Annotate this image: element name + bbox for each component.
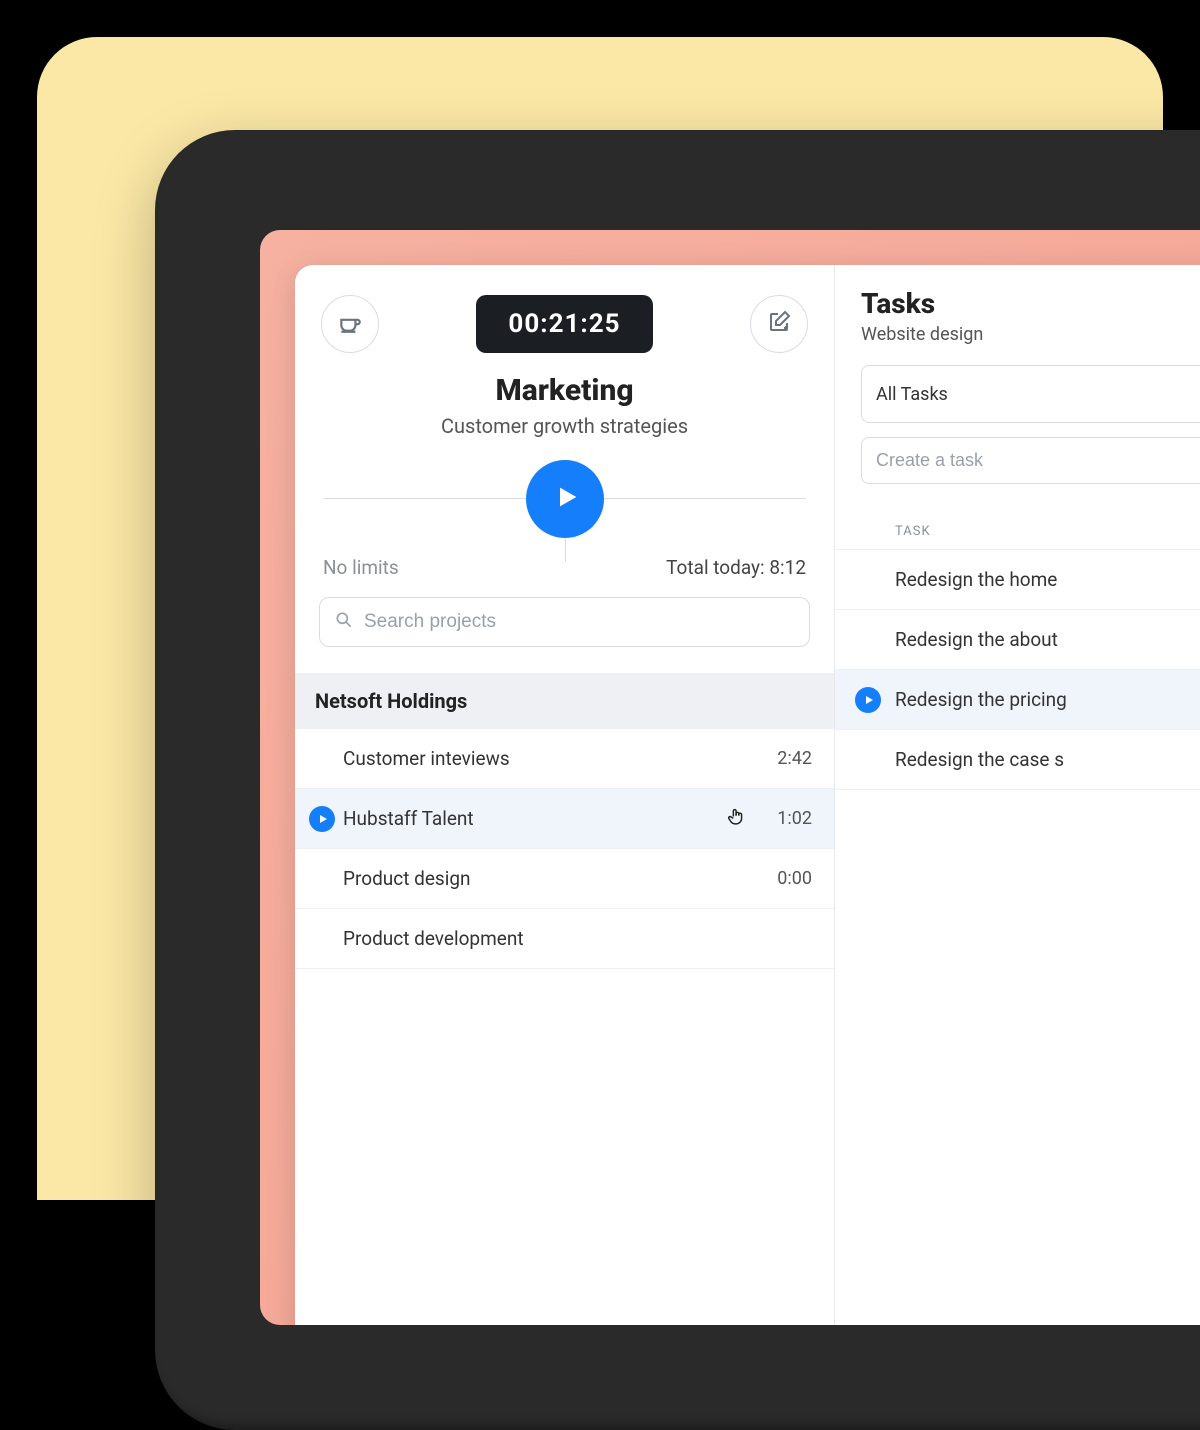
task-row[interactable]: Redesign the pricing xyxy=(835,670,1200,730)
project-time: 1:02 xyxy=(777,808,812,829)
play-icon xyxy=(315,807,329,830)
task-name: Redesign the case s xyxy=(895,748,1064,771)
project-row[interactable]: Product design 0:00 xyxy=(295,849,834,909)
limits-label: No limits xyxy=(323,556,399,579)
add-note-button[interactable] xyxy=(750,295,808,353)
project-play-button[interactable] xyxy=(309,806,335,832)
start-timer-button[interactable] xyxy=(526,460,604,538)
play-section xyxy=(323,460,806,538)
search-input[interactable] xyxy=(364,611,795,633)
timer-panel: ••• 00:21:25 xyxy=(295,265,835,1325)
task-name: Redesign the home xyxy=(895,568,1057,591)
play-icon xyxy=(548,483,581,515)
project-row[interactable]: Hubstaff Talent 1:02 xyxy=(295,789,834,849)
create-task-field[interactable] xyxy=(861,437,1200,484)
timer-display: 00:21:25 xyxy=(476,295,652,353)
edit-note-icon xyxy=(767,310,791,338)
search-icon xyxy=(334,610,354,634)
coffee-icon xyxy=(337,309,363,339)
task-name: Redesign the pricing xyxy=(895,688,1067,711)
search-wrap xyxy=(295,579,834,655)
project-name: Product design xyxy=(343,867,471,890)
task-filter-value: All Tasks xyxy=(876,384,948,405)
project-heading: Marketing Customer growth strategies xyxy=(295,363,834,442)
timer-top-row: 00:21:25 xyxy=(295,265,834,363)
tasks-subtitle: Website design xyxy=(861,324,1200,345)
project-group-header: Netsoft Holdings xyxy=(295,673,834,729)
cursor-pointer-icon xyxy=(726,805,748,832)
project-row[interactable]: Product development xyxy=(295,909,834,969)
tasks-heading: Tasks Website design xyxy=(835,287,1200,345)
task-row[interactable]: Redesign the about xyxy=(835,610,1200,670)
create-task-input[interactable] xyxy=(876,450,1200,471)
task-column-header: TASK xyxy=(835,514,1200,550)
tablet-screen: ••• 00:21:25 xyxy=(260,230,1200,1325)
break-button[interactable] xyxy=(321,295,379,353)
task-row[interactable]: Redesign the home xyxy=(835,550,1200,610)
project-name: Customer inteviews xyxy=(343,747,510,770)
app-window: ••• 00:21:25 xyxy=(295,265,1200,1325)
project-subtitle: Customer growth strategies xyxy=(315,414,814,438)
total-today: Total today: 8:12 xyxy=(666,556,806,579)
tablet-frame: ••• 00:21:25 xyxy=(155,130,1200,1430)
task-row[interactable]: Redesign the case s xyxy=(835,730,1200,790)
project-name: Hubstaff Talent xyxy=(343,807,474,830)
project-time: 2:42 xyxy=(777,748,812,769)
project-time: 0:00 xyxy=(777,868,812,889)
tasks-panel: Tasks Website design All Tasks ▴▾ TASK R… xyxy=(835,265,1200,1325)
task-name: Redesign the about xyxy=(895,628,1058,651)
project-name: Product development xyxy=(343,927,524,950)
project-title: Marketing xyxy=(315,373,814,408)
task-filter-select[interactable]: All Tasks ▴▾ xyxy=(861,365,1200,423)
task-play-button[interactable] xyxy=(855,687,881,713)
play-icon xyxy=(861,688,875,711)
tasks-title: Tasks xyxy=(861,287,1200,320)
search-projects[interactable] xyxy=(319,597,810,647)
project-row[interactable]: Customer inteviews 2:42 xyxy=(295,729,834,789)
